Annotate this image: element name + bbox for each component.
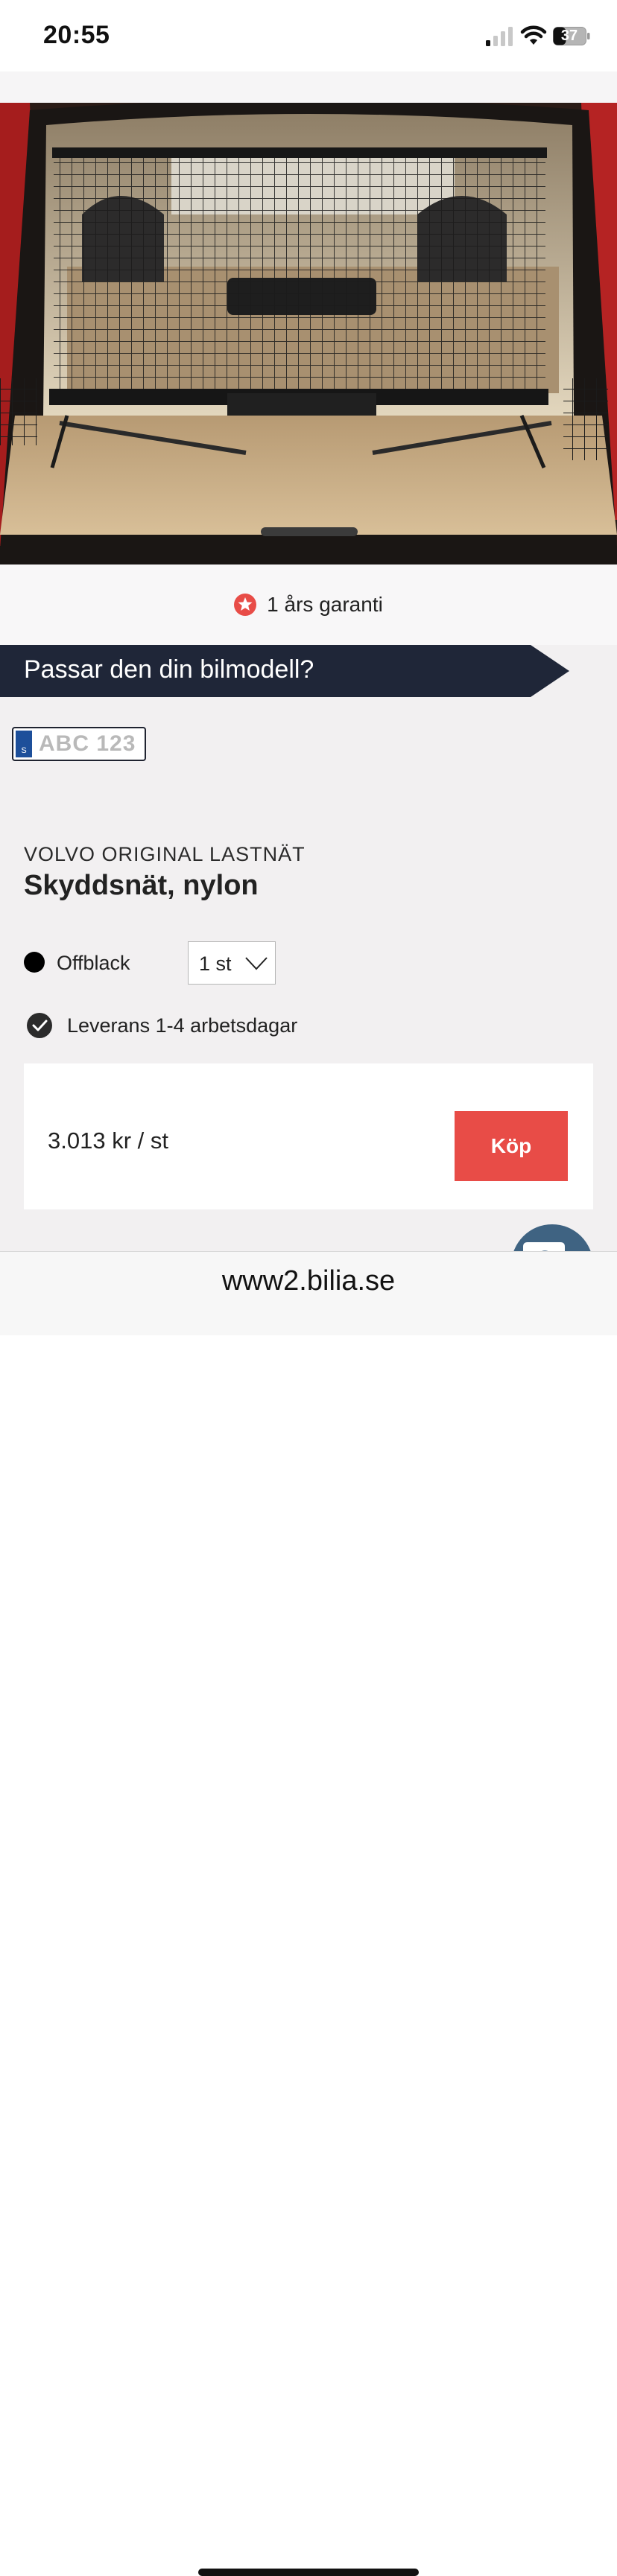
image-top-strip (0, 71, 617, 103)
product-image[interactable] (0, 103, 617, 565)
status-time: 20:55 (43, 21, 110, 49)
plate-country-code: S (21, 746, 27, 755)
home-indicator[interactable] (198, 2569, 419, 2576)
quantity-select[interactable]: 1 st (188, 941, 276, 985)
quantity-value: 1 st (199, 953, 232, 975)
product-title: Skyddsnät, nylon (24, 870, 259, 901)
chat-bubbles-icon: ? (523, 1242, 565, 1251)
delivery-info: Leverans 1-4 arbetsdagar (67, 1014, 298, 1037)
fit-check-banner: Passar den din bilmodell? (0, 645, 569, 697)
chevron-down-icon (245, 957, 268, 970)
buy-card: 3.013 kr / st Köp (24, 1063, 593, 1209)
color-label: Offblack (57, 952, 130, 974)
wifi-icon (520, 25, 547, 45)
eu-flag-icon: S (16, 731, 32, 757)
chat-support-button[interactable]: ? (511, 1224, 593, 1251)
color-swatch[interactable] (24, 952, 45, 973)
battery-level: 37 (560, 28, 578, 44)
product-page: 1 års garanti Passar den din bilmodell? … (0, 71, 617, 1251)
product-brand-line: VOLVO ORIGINAL LASTNÄT (24, 843, 306, 865)
url-text: www2.bilia.se (221, 1265, 396, 1297)
signal-icon (486, 27, 513, 46)
star-badge-icon (234, 594, 257, 616)
check-circle-icon (27, 1013, 52, 1038)
status-bar: 20:55 37 (0, 0, 617, 71)
buy-button[interactable]: Köp (455, 1111, 568, 1181)
guarantee-text: 1 års garanti (267, 593, 383, 616)
guarantee-bar: 1 års garanti (0, 565, 617, 645)
plate-placeholder: ABC 123 (39, 731, 136, 756)
browser-url-bar[interactable]: www2.bilia.se (0, 1251, 617, 2576)
price: 3.013 kr / st (48, 1128, 168, 1154)
fit-check-title: Passar den din bilmodell? (24, 655, 314, 684)
license-plate-input[interactable]: S ABC 123 (12, 727, 146, 761)
